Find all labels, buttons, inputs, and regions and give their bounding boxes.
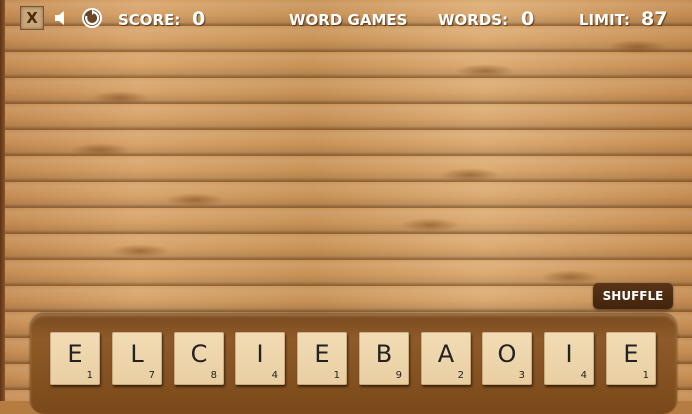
bamboo-knot (455, 64, 515, 78)
letter-tile[interactable]: O 3 (482, 332, 532, 385)
bamboo-knot (110, 244, 170, 258)
tile-letter: B (375, 340, 393, 368)
tile-score: 7 (148, 370, 155, 381)
speaker-icon[interactable] (53, 9, 71, 27)
letter-tile[interactable]: E 1 (606, 332, 656, 385)
tile-letter: O (497, 340, 517, 368)
bamboo-knot (440, 168, 500, 182)
tile-letter: A (437, 340, 455, 368)
bamboo-knot (70, 143, 130, 157)
words-value: 0 (521, 8, 535, 30)
tile-score: 1 (333, 370, 340, 381)
tile-letter: L (130, 340, 144, 368)
tile-letter: E (67, 340, 83, 368)
tile-score: 1 (642, 370, 649, 381)
tile-letter: I (256, 340, 264, 368)
score-label: SCORE: (118, 11, 181, 29)
letter-tile[interactable]: E 1 (297, 332, 347, 385)
board-edge (0, 0, 5, 401)
shuffle-button[interactable]: SHUFFLE (593, 283, 673, 309)
hud-bar: X SCORE: 0 WORD GAMES WORDS: 0 LIMIT: 87 (0, 0, 692, 38)
tile-score: 4 (580, 370, 587, 381)
letter-tile[interactable]: A 2 (421, 332, 471, 385)
letter-tile[interactable]: L 7 (112, 332, 162, 385)
reload-icon[interactable] (81, 7, 103, 29)
score-value: 0 (192, 8, 206, 30)
limit-value: 87 (641, 8, 668, 30)
bamboo-knot (607, 40, 667, 54)
tile-score: 3 (518, 370, 525, 381)
tile-score: 1 (86, 370, 93, 381)
bamboo-knot (90, 91, 150, 105)
letter-tile[interactable]: I 4 (235, 332, 285, 385)
letter-tile[interactable]: I 4 (544, 332, 594, 385)
letter-tile[interactable]: B 9 (359, 332, 409, 385)
limit-label: LIMIT: (579, 11, 631, 29)
bamboo-knot (400, 218, 460, 232)
tile-score: 4 (271, 370, 278, 381)
tile-score: 2 (457, 370, 464, 381)
letter-tile[interactable]: E 1 (50, 332, 100, 385)
tile-row: E 1 L 7 C 8 I 4 E 1 B 9 A 2 O 3 I 4 E 1 (50, 332, 660, 386)
game-title: WORD GAMES (289, 11, 408, 29)
tile-letter: E (623, 340, 639, 368)
bamboo-knot (540, 270, 600, 284)
tile-score: 9 (395, 370, 402, 381)
close-button[interactable]: X (20, 6, 44, 30)
tile-letter: C (190, 340, 208, 368)
bamboo-knot (165, 193, 225, 207)
tile-score: 8 (210, 370, 217, 381)
tile-letter: E (314, 340, 330, 368)
letter-tile[interactable]: C 8 (174, 332, 224, 385)
words-label: WORDS: (438, 11, 509, 29)
tile-letter: I (565, 340, 573, 368)
